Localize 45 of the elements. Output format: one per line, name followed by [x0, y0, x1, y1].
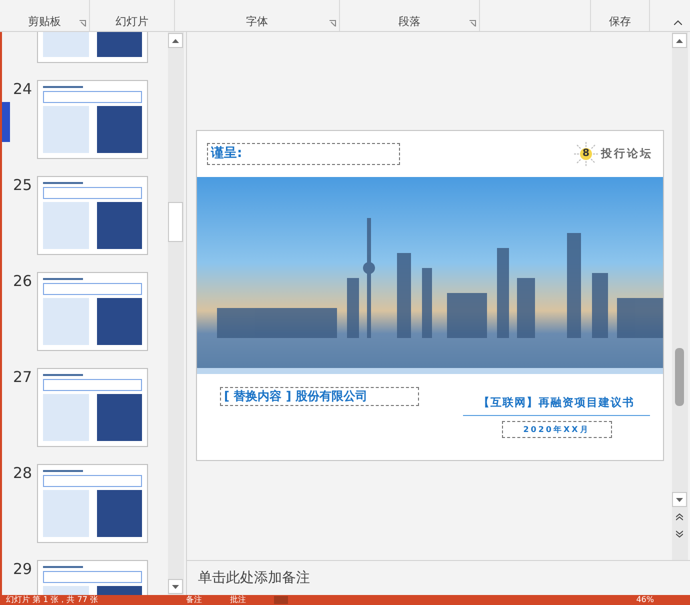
dialog-launcher-icon[interactable]	[329, 20, 336, 27]
group-label: 保存	[609, 15, 631, 29]
group-label: 段落	[398, 15, 420, 29]
slide-thumbnail[interactable]	[37, 80, 148, 159]
triangle-down-icon	[172, 584, 179, 588]
triangle-up-icon	[172, 38, 179, 42]
double-chevron-up-icon	[676, 512, 683, 520]
scroll-thumb[interactable]	[675, 348, 684, 406]
group-label: 幻灯片	[116, 15, 148, 29]
scroll-up-button[interactable]	[168, 33, 183, 48]
text-box[interactable]: 谨呈:	[207, 143, 400, 165]
text-box[interactable]: 2020年XX月	[502, 420, 612, 438]
notes-button[interactable]: 备注	[186, 595, 202, 605]
slide-thumbnail[interactable]	[37, 176, 148, 255]
slide-number: 27	[13, 368, 34, 388]
scroll-thumb[interactable]	[168, 202, 183, 242]
slide-thumbnail[interactable]	[37, 464, 148, 543]
scroll-down-button[interactable]	[672, 492, 687, 507]
slide-counter: 幻灯片 第 1 张，共 77 张	[6, 595, 98, 605]
slide-number: 25	[13, 176, 34, 196]
document-title: 【互联网】再融资项目建议书	[478, 395, 634, 411]
slide-number: 26	[13, 272, 34, 292]
dialog-launcher-icon[interactable]	[79, 20, 86, 27]
group-label: 字体	[246, 15, 268, 29]
dialog-launcher-icon[interactable]	[469, 20, 476, 27]
slide-thumbnail[interactable]	[37, 272, 148, 351]
group-label: 剪贴板	[28, 15, 61, 29]
collapse-ribbon-icon[interactable]	[674, 20, 682, 25]
scroll-up-button[interactable]	[672, 33, 687, 48]
scroll-down-button[interactable]	[168, 579, 183, 594]
logo-text: 投行论坛	[601, 146, 653, 162]
slide-number: 28	[13, 464, 34, 484]
triangle-down-icon	[676, 498, 683, 502]
slide-number: 24	[13, 80, 34, 100]
comments-button[interactable]: 批注	[230, 595, 246, 605]
window-edge	[2, 102, 10, 142]
scrollbar[interactable]	[168, 32, 184, 595]
slide-thumbnail[interactable]	[37, 368, 148, 447]
slide-number: 29	[13, 560, 34, 580]
notes-placeholder[interactable]: 单击此处添加备注	[198, 568, 310, 588]
zoom-level[interactable]: 46%	[636, 595, 654, 605]
triangle-up-icon	[676, 38, 683, 42]
scrollbar[interactable]	[672, 32, 688, 560]
double-chevron-down-icon	[676, 530, 683, 538]
text-box[interactable]: [ 替换内容 ] 股份有限公司	[220, 387, 419, 406]
